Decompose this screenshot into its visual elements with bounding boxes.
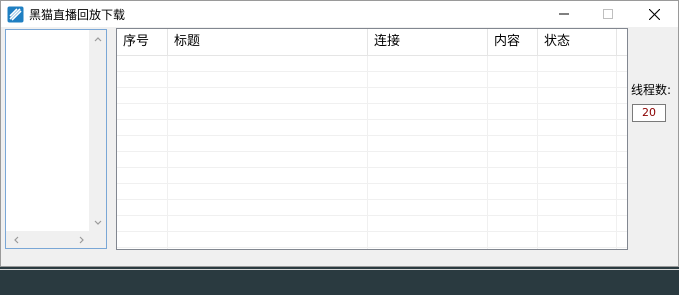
column-header-status[interactable]: 状态 — [538, 29, 617, 55]
minimize-icon — [559, 13, 569, 15]
table-body — [117, 56, 627, 249]
scroll-up-icon[interactable] — [92, 33, 104, 45]
column-header-index[interactable]: 序号 — [117, 29, 168, 55]
scroll-down-icon[interactable] — [92, 217, 104, 229]
column-divider — [616, 56, 617, 249]
close-icon — [648, 8, 660, 20]
window-title: 黑猫直播回放下载 — [29, 8, 126, 22]
column-divider — [487, 56, 488, 249]
column-divider — [167, 56, 168, 249]
scroll-left-icon[interactable] — [10, 234, 22, 246]
app-icon — [7, 6, 24, 23]
minimize-button[interactable] — [541, 1, 587, 27]
thread-count-input[interactable]: 20 — [632, 104, 666, 122]
thread-count-label: 线程数: — [631, 83, 672, 97]
close-button[interactable] — [631, 1, 677, 27]
column-divider — [367, 56, 368, 249]
table-header: 序号 标题 连接 内容 状态 — [117, 29, 627, 56]
title-bar: 黑猫直播回放下载 — [1, 1, 678, 27]
column-header-content[interactable]: 内容 — [488, 29, 538, 55]
scroll-right-icon[interactable] — [76, 234, 88, 246]
download-table[interactable]: 序号 标题 连接 内容 状态 — [116, 28, 628, 250]
main-window: 黑猫直播回放下载 序号 标题 连接 内容 状态 线程数: 20 — [0, 0, 679, 267]
vertical-scrollbar[interactable] — [89, 30, 106, 232]
column-header-title[interactable]: 标题 — [168, 29, 368, 55]
column-header-link[interactable]: 连接 — [368, 29, 488, 55]
maximize-icon — [603, 9, 613, 19]
status-bar-divider — [0, 269, 679, 270]
column-divider — [537, 56, 538, 249]
maximize-button[interactable] — [585, 1, 631, 27]
side-list[interactable] — [5, 29, 107, 249]
horizontal-scrollbar[interactable] — [6, 231, 106, 248]
